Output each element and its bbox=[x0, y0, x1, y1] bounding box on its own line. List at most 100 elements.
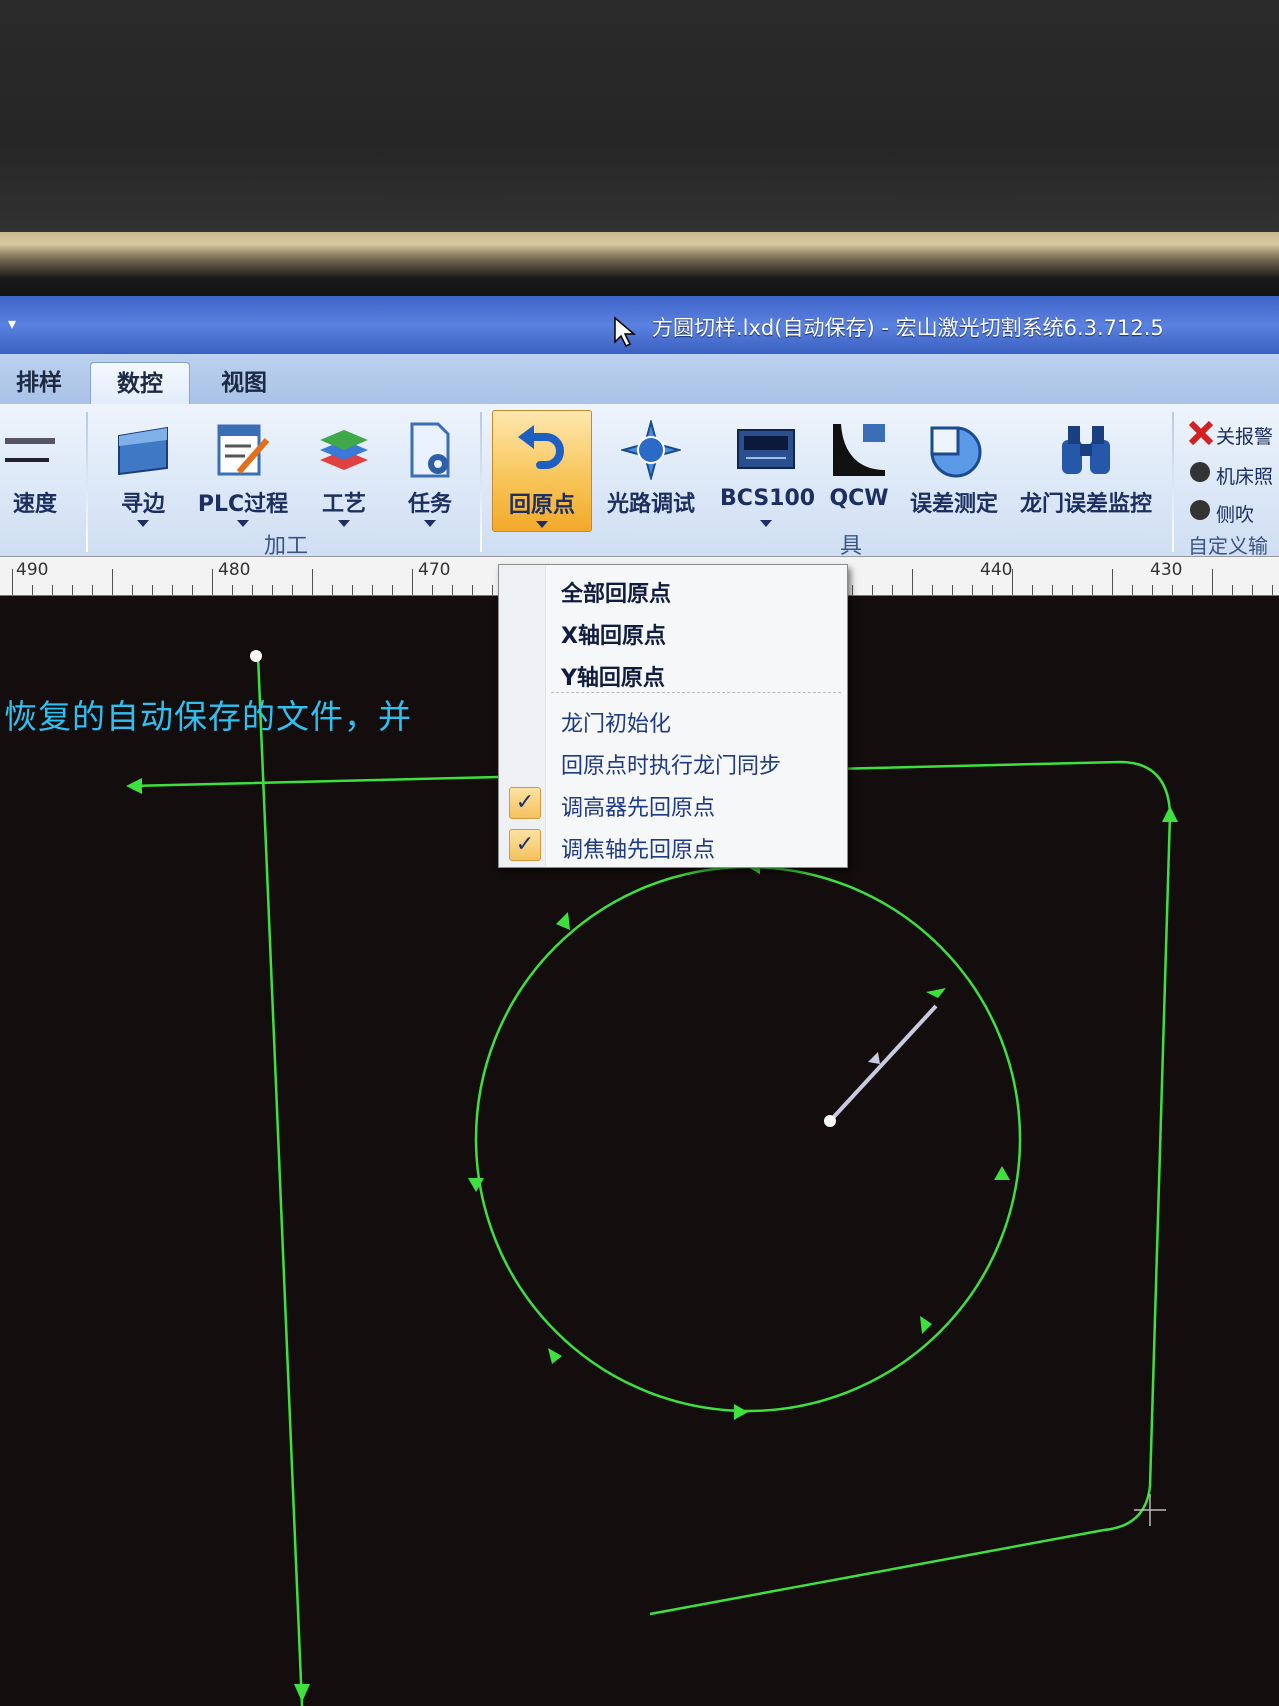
direction-arrow-icon bbox=[126, 778, 142, 794]
qcw-icon bbox=[833, 424, 885, 476]
direction-arrows bbox=[126, 778, 1178, 1702]
tab-view[interactable]: 视图 bbox=[200, 362, 288, 404]
lead-in-line bbox=[824, 1004, 938, 1127]
tab-nesting[interactable]: 排样 bbox=[0, 362, 78, 404]
light-path-label: 光路调试 bbox=[606, 492, 695, 517]
process-label: 工艺 bbox=[321, 492, 366, 517]
side-blow-indicator-icon bbox=[1190, 500, 1210, 520]
return-origin-icon bbox=[518, 425, 564, 469]
light-path-button[interactable]: 光路调试 bbox=[600, 410, 702, 530]
ruler-tick bbox=[1212, 569, 1213, 595]
binoculars-icon bbox=[1062, 426, 1110, 474]
menu-item-label: 调高器先回原点 bbox=[561, 796, 716, 821]
direction-arrow-icon bbox=[556, 912, 570, 930]
direction-arrow-icon bbox=[294, 1684, 310, 1702]
chevron-down-icon bbox=[137, 520, 149, 527]
menu-item-label: 回原点时执行龙门同步 bbox=[561, 754, 782, 779]
direction-arrow-icon bbox=[1162, 806, 1178, 822]
checkmark-icon[interactable]: ✓ bbox=[509, 829, 541, 861]
chevron-down-icon bbox=[536, 521, 548, 528]
bcs100-device-icon bbox=[737, 429, 795, 469]
menu-separator bbox=[551, 692, 841, 693]
error-measure-label: 误差测定 bbox=[909, 492, 998, 517]
error-measure-icon bbox=[930, 426, 982, 478]
plc-process-button[interactable]: PLC过程 bbox=[194, 410, 292, 530]
ribbon-tab-bar: 排样 数控 视图 bbox=[0, 354, 1279, 405]
ruler-tick bbox=[12, 569, 13, 595]
task-gear-icon bbox=[410, 422, 450, 478]
crosshair-cursor-icon bbox=[1134, 1494, 1166, 1526]
ruler-tick bbox=[1112, 569, 1113, 595]
ruler-label: 480 bbox=[218, 560, 251, 580]
alarm-off-icon bbox=[1188, 420, 1214, 446]
edge-find-label: 寻边 bbox=[120, 492, 165, 517]
menu-item-y-return-origin[interactable]: Y轴回原点 bbox=[499, 653, 847, 693]
group-separator bbox=[480, 412, 482, 552]
bcs100-button[interactable]: BCS100 bbox=[720, 410, 816, 530]
direction-arrow-icon bbox=[548, 1348, 562, 1364]
menu-item-focus-axis-first[interactable]: ✓ 调焦轴先回原点 bbox=[499, 825, 847, 865]
start-point-marker bbox=[250, 650, 262, 662]
tab-cnc[interactable]: 数控 bbox=[90, 362, 190, 405]
monitor-bezel bbox=[0, 232, 1279, 298]
group-separator bbox=[1172, 412, 1174, 552]
menu-item-label: 龙门初始化 bbox=[561, 712, 672, 737]
side-blow-button[interactable]: 侧吹 bbox=[1216, 500, 1254, 527]
plc-process-icon bbox=[217, 424, 270, 476]
task-label: 任务 bbox=[407, 492, 452, 517]
group-separator bbox=[86, 412, 88, 552]
light-path-icon bbox=[621, 420, 681, 480]
menu-item-gantry-sync[interactable]: 回原点时执行龙门同步 bbox=[499, 741, 847, 781]
menu-item-label: 全部回原点 bbox=[561, 582, 672, 607]
qcw-button[interactable]: QCW bbox=[820, 410, 898, 530]
menu-item-x-return-origin[interactable]: X轴回原点 bbox=[499, 611, 847, 651]
alarm-off-button[interactable]: 关报警 bbox=[1216, 422, 1273, 449]
ruler-tick bbox=[212, 569, 213, 595]
menu-item-label: Y轴回原点 bbox=[561, 666, 665, 691]
menu-item-label: X轴回原点 bbox=[561, 624, 666, 649]
edge-find-icon bbox=[118, 426, 168, 476]
edge-find-button[interactable]: 寻边 bbox=[98, 410, 188, 530]
process-button[interactable]: 工艺 bbox=[304, 410, 384, 530]
speed-label: 速度 bbox=[12, 492, 57, 517]
plc-process-label: PLC过程 bbox=[197, 492, 289, 517]
return-origin-button[interactable]: 回原点 bbox=[492, 410, 592, 532]
task-button[interactable]: 任务 bbox=[394, 410, 466, 530]
checkmark-icon[interactable]: ✓ bbox=[509, 787, 541, 819]
bcs100-label: BCS100 bbox=[720, 486, 816, 511]
ruler-tick bbox=[312, 569, 313, 595]
desk-background bbox=[0, 0, 1279, 240]
ruler-tick bbox=[1012, 569, 1013, 595]
speed-lines-icon bbox=[5, 438, 55, 462]
quick-access-menu[interactable]: ▾ bbox=[8, 314, 16, 333]
direction-arrow-icon bbox=[926, 988, 946, 998]
qcw-label: QCW bbox=[829, 486, 889, 511]
chevron-down-icon bbox=[338, 520, 350, 527]
process-layers-icon bbox=[320, 430, 368, 470]
window-title: 方圆切样.lxd(自动保存) - 宏山激光切割系统6.3.712.5 bbox=[652, 316, 1164, 340]
circle-contour bbox=[474, 865, 1022, 1413]
machine-light-button[interactable]: 机床照 bbox=[1216, 462, 1273, 489]
ruler-tick bbox=[112, 569, 113, 595]
return-origin-label: 回原点 bbox=[508, 493, 575, 518]
light-indicator-icon bbox=[1190, 462, 1210, 482]
return-origin-dropdown-menu: 全部回原点 X轴回原点 Y轴回原点 龙门初始化 回原点时执行龙门同步 ✓ 调高器… bbox=[498, 564, 848, 868]
screen: ▾ 方圆切样.lxd(自动保存) - 宏山激光切割系统6.3.712.5 排样 … bbox=[0, 296, 1279, 1706]
gantry-error-monitor-label: 龙门误差监控 bbox=[1019, 492, 1152, 517]
speed-button[interactable]: 速度 bbox=[0, 410, 70, 530]
error-measure-button[interactable]: 误差测定 bbox=[906, 410, 1002, 530]
ruler-label: 470 bbox=[418, 560, 451, 580]
vertical-guide-line bbox=[256, 655, 304, 1706]
chevron-down-icon bbox=[424, 520, 436, 527]
title-bar: ▾ 方圆切样.lxd(自动保存) - 宏山激光切割系统6.3.712.5 bbox=[0, 296, 1279, 354]
ruler-label: 490 bbox=[16, 560, 49, 580]
gantry-error-monitor-button[interactable]: 龙门误差监控 bbox=[1016, 410, 1156, 530]
ruler-tick bbox=[912, 569, 913, 595]
menu-item-all-return-origin[interactable]: 全部回原点 bbox=[499, 569, 847, 609]
menu-item-height-controller-first[interactable]: ✓ 调高器先回原点 bbox=[499, 783, 847, 823]
direction-arrow-icon bbox=[734, 1404, 748, 1420]
ruler-label: 430 bbox=[1150, 560, 1183, 580]
menu-item-gantry-init[interactable]: 龙门初始化 bbox=[499, 699, 847, 739]
ruler-label: 440 bbox=[980, 560, 1013, 580]
direction-arrow-icon bbox=[994, 1166, 1010, 1180]
